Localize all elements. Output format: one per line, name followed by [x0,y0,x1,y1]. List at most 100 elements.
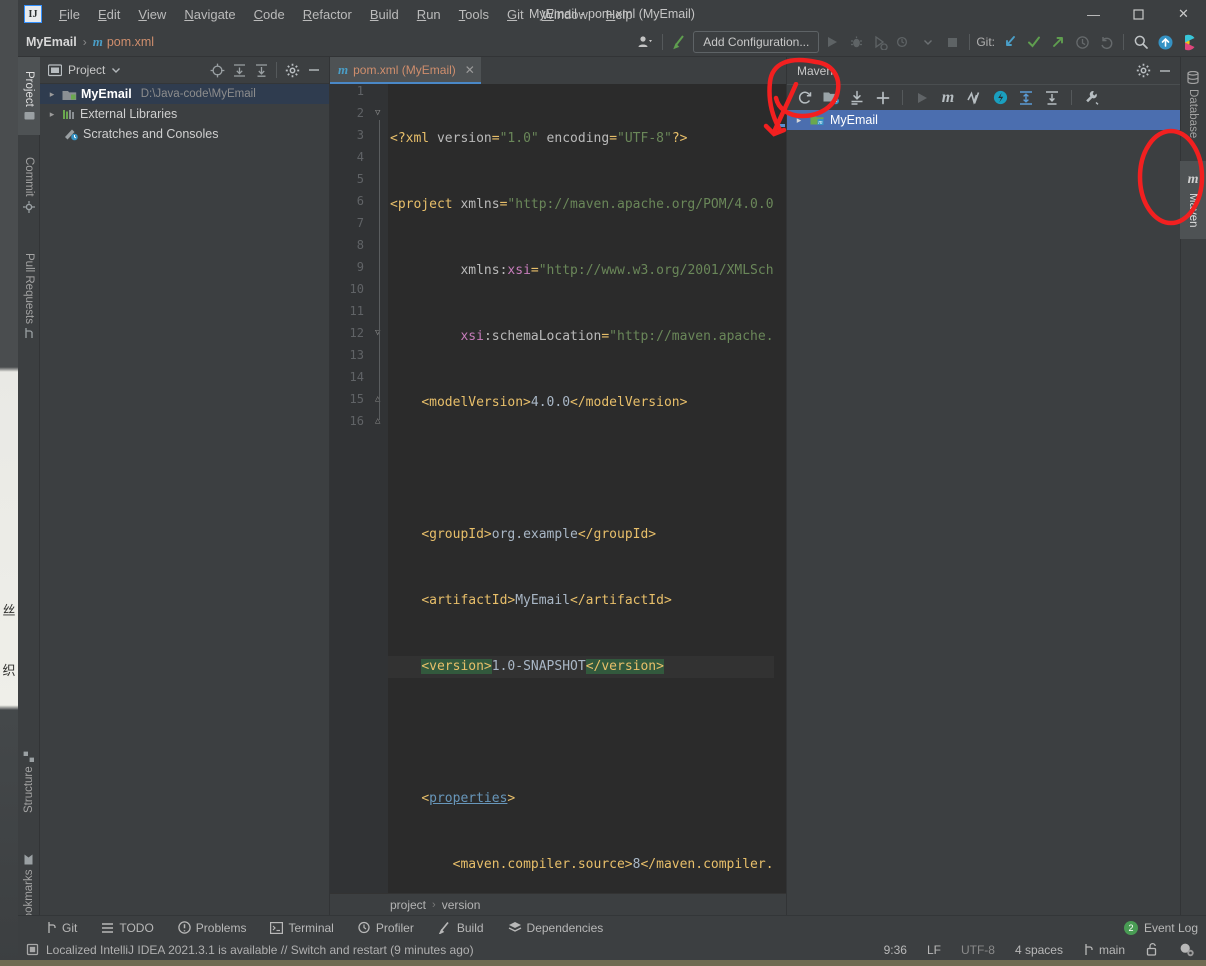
line-number: 11 [349,304,364,318]
menu-git[interactable]: Git [498,4,533,25]
navigation-bar: MyEmail › m pom.xml Add Configuration... [18,28,1206,57]
sidebar-item-database[interactable]: Database [1180,57,1206,153]
chevron-right-icon[interactable]: ▸ [793,115,805,126]
user-avatar-dropdown[interactable] [634,31,656,53]
bottom-tab-problems[interactable]: Problems [174,919,251,937]
project-panel-header: Project [40,57,329,84]
run-icon[interactable] [910,87,934,109]
menu-view[interactable]: View [129,4,175,25]
line-number: 12 [349,326,364,340]
inspections-icon[interactable] [1176,941,1198,958]
collapse-all-icon[interactable] [1040,87,1064,109]
tree-item-external-libraries[interactable]: ▸ External Libraries [40,104,329,124]
bottom-tab-terminal[interactable]: Terminal [266,919,337,937]
generate-sources-icon[interactable] [819,87,843,109]
bottom-tab-profiler[interactable]: Profiler [354,919,418,937]
fold-marker-project[interactable]: ▽ [375,108,380,118]
expand-all-icon[interactable] [1014,87,1038,109]
status-bar-right: 9:36 LF UTF-8 4 spaces main [881,941,1198,958]
editor-gutter[interactable]: 1 2 3 4 5 6 7 8 9 10 11 12 13 14 15 16 ▽… [330,84,388,915]
update-project-icon[interactable] [999,31,1021,53]
add-maven-project-icon[interactable] [871,87,895,109]
collapse-all-icon[interactable] [250,59,272,81]
add-configuration-button[interactable]: Add Configuration... [693,31,820,53]
gear-icon[interactable] [1132,60,1154,82]
menu-code[interactable]: Code [245,4,294,25]
maximize-button[interactable] [1116,0,1161,28]
build-hammer-icon[interactable] [669,31,691,53]
sidebar-item-maven[interactable]: m Maven [1180,161,1206,239]
menu-help[interactable]: Help [597,4,642,25]
breadcrumb-project[interactable]: project [390,898,426,912]
close-icon[interactable]: ✕ [465,63,475,77]
menu-refactor[interactable]: Refactor [294,4,361,25]
push-icon[interactable] [1047,31,1069,53]
event-log-badge: 2 [1123,920,1138,935]
menu-edit[interactable]: Edit [89,4,129,25]
toggle-skip-tests-icon[interactable] [962,87,986,109]
sidebar-item-commit[interactable]: Commit [18,143,40,227]
chevron-down-icon[interactable] [105,59,127,81]
navbar-file-name[interactable]: pom.xml [107,35,154,49]
status-indent[interactable]: 4 spaces [1012,942,1066,958]
maven-settings-icon[interactable] [1079,87,1103,109]
tree-item-myemail[interactable]: ▸ MyEmail D:\Java-code\MyEmail [40,84,329,104]
tree-item-scratches-and-consoles[interactable]: Scratches and Consoles [40,124,329,144]
menu-file[interactable]: File [50,4,89,25]
minimize-button[interactable]: — [1071,0,1116,28]
editor-tab-pom-xml[interactable]: m pom.xml (MyEmail) ✕ [330,57,481,84]
sidebar-item-pull-requests[interactable]: Pull Requests [18,235,40,357]
bottom-tab-git[interactable]: Git [42,919,81,937]
editor-marker-bar[interactable] [774,84,786,915]
bottom-tab-dependencies[interactable]: Dependencies [504,919,608,937]
menu-build[interactable]: Build [361,4,408,25]
search-everywhere-icon[interactable] [1130,31,1152,53]
reload-all-maven-projects-icon[interactable] [793,87,817,109]
sidebar-item-structure[interactable]: Structure [18,737,40,827]
navbar-project-name[interactable]: MyEmail [26,35,77,49]
run-with-coverage-icon[interactable] [869,31,891,53]
chevron-right-icon[interactable]: ▸ [46,109,58,120]
gear-icon[interactable] [281,59,303,81]
debug-icon[interactable] [845,31,867,53]
sidebar-item-label: Pull Requests [23,252,35,324]
event-log-button[interactable]: 2 Event Log [1123,920,1198,935]
chevron-down-icon[interactable] [917,31,939,53]
bottom-tab-todo[interactable]: TODO [97,919,157,937]
lock-icon[interactable] [1142,941,1162,958]
chevron-right-icon[interactable]: ▸ [46,89,58,100]
ide-features-icon[interactable] [1179,31,1202,53]
execute-maven-goal-icon[interactable]: m [936,87,960,109]
status-message[interactable]: Localized IntelliJ IDEA 2021.3.1 is avai… [26,943,474,957]
menu-navigate[interactable]: Navigate [175,4,244,25]
breadcrumb-version[interactable]: version [442,898,481,912]
menu-run[interactable]: Run [408,4,450,25]
download-sources-icon[interactable] [845,87,869,109]
update-available-icon[interactable] [1154,31,1177,53]
code-editor[interactable]: 1 2 3 4 5 6 7 8 9 10 11 12 13 14 15 16 ▽… [330,84,786,915]
profile-dropdown-icon[interactable] [893,31,915,53]
database-icon [1187,71,1199,85]
stop-icon[interactable] [941,31,963,53]
expand-all-icon[interactable] [228,59,250,81]
toggle-offline-mode-icon[interactable] [988,87,1012,109]
select-opened-file-icon[interactable] [206,59,228,81]
run-icon[interactable] [821,31,843,53]
commit-icon[interactable] [1023,31,1045,53]
code-content[interactable]: <?xml version="1.0" encoding="UTF-8"?> <… [388,84,786,915]
menu-tools[interactable]: Tools [450,4,498,25]
hide-panel-icon[interactable] [1154,60,1176,82]
status-line-separator[interactable]: LF [924,942,944,958]
history-icon[interactable] [1071,31,1093,53]
status-encoding[interactable]: UTF-8 [958,942,998,958]
hide-panel-icon[interactable] [303,59,325,81]
code-line-2: <project xmlns="http://maven.apache.org/… [390,197,782,212]
bottom-tab-build[interactable]: Build [434,919,488,937]
intellij-logo-icon: IJ [24,5,42,23]
status-branch[interactable]: main [1080,942,1128,958]
rollback-icon[interactable] [1095,31,1117,53]
close-button[interactable]: ✕ [1161,0,1206,28]
menu-window[interactable]: Window [533,4,597,25]
maven-tree-item-myemail[interactable]: ▸ m MyEmail [787,110,1180,130]
sidebar-item-project[interactable]: Project [18,57,40,135]
